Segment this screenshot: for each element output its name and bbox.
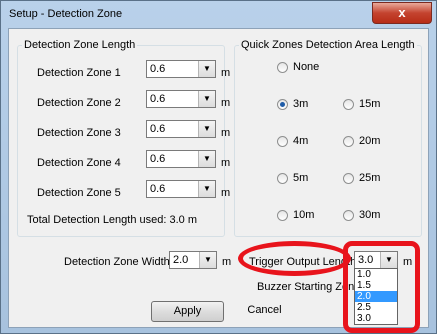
zone-3-value: 0.6	[150, 123, 166, 135]
radio-none[interactable]: None	[277, 61, 319, 73]
radio-label: 5m	[293, 172, 309, 184]
zone-4-select[interactable]: 0.6 ▼	[146, 150, 216, 168]
setup-dialog: Setup - Detection Zone x Detection Zone …	[0, 0, 437, 334]
radio-25m[interactable]: 25m	[343, 172, 380, 184]
close-button[interactable]: x	[372, 2, 432, 24]
radio-icon[interactable]	[277, 172, 288, 184]
chevron-down-icon[interactable]: ▼	[198, 61, 215, 77]
window-title: Setup - Detection Zone	[9, 8, 123, 20]
chevron-down-icon[interactable]: ▼	[198, 91, 215, 107]
zone-4-value: 0.6	[150, 153, 166, 165]
radio-icon[interactable]	[277, 61, 288, 73]
zone-2-label: Detection Zone 2	[37, 97, 121, 109]
radio-icon[interactable]	[343, 98, 354, 110]
quick-zones-group: Quick Zones Detection Area Length	[234, 39, 422, 237]
zone-1-unit: m	[221, 67, 231, 79]
radio-15m[interactable]: 15m	[343, 98, 380, 110]
zone-4-label: Detection Zone 4	[37, 157, 121, 169]
title-bar[interactable]: Setup - Detection Zone x	[1, 1, 436, 27]
radio-10m[interactable]: 10m	[277, 209, 314, 221]
radio-30m[interactable]: 30m	[343, 209, 380, 221]
zone-1-value: 0.6	[150, 63, 166, 75]
radio-icon[interactable]	[343, 172, 354, 184]
chevron-down-icon[interactable]: ▼	[199, 252, 216, 268]
radio-icon[interactable]	[343, 209, 354, 221]
zone-width-label: Detection Zone Width:	[64, 256, 173, 268]
chevron-down-icon[interactable]: ▼	[198, 121, 215, 137]
zone-1-label: Detection Zone 1	[37, 67, 121, 79]
zone-1-select[interactable]: 0.6 ▼	[146, 60, 216, 78]
group-legend: Quick Zones Detection Area Length	[241, 39, 415, 51]
chevron-down-icon[interactable]: ▼	[198, 151, 215, 167]
radio-3m[interactable]: 3m	[277, 98, 308, 110]
radio-label: 30m	[359, 209, 381, 221]
zone-width-select[interactable]: 2.0 ▼	[169, 251, 217, 269]
zone-5-value: 0.6	[150, 183, 166, 195]
dialog-body: Detection Zone Length Detection Zone 1 0…	[8, 28, 429, 333]
zone-4-unit: m	[221, 157, 231, 169]
radio-label: 25m	[359, 172, 381, 184]
radio-icon[interactable]	[277, 135, 288, 147]
radio-20m[interactable]: 20m	[343, 135, 380, 147]
apply-button[interactable]: Apply	[151, 301, 224, 322]
radio-label: 3m	[293, 98, 309, 110]
radio-label: 15m	[359, 98, 381, 110]
total-length-text: Total Detection Length used: 3.0 m	[27, 214, 197, 226]
zone-width-value: 2.0	[173, 254, 189, 266]
radio-label: 4m	[293, 135, 309, 147]
zone-2-value: 0.6	[150, 93, 166, 105]
chevron-down-icon[interactable]: ▼	[198, 181, 215, 197]
annotation-rounded-rect	[343, 241, 420, 333]
zone-3-select[interactable]: 0.6 ▼	[146, 120, 216, 138]
cancel-button[interactable]: Cancel	[228, 301, 301, 322]
radio-4m[interactable]: 4m	[277, 135, 308, 147]
radio-icon[interactable]	[343, 135, 354, 147]
radio-label: None	[293, 61, 320, 73]
zone-5-unit: m	[221, 187, 231, 199]
radio-label: 10m	[293, 209, 315, 221]
zone-3-label: Detection Zone 3	[37, 127, 121, 139]
zone-2-select[interactable]: 0.6 ▼	[146, 90, 216, 108]
zone-3-unit: m	[221, 127, 231, 139]
zone-2-unit: m	[221, 97, 231, 109]
zone-5-label: Detection Zone 5	[37, 187, 121, 199]
radio-label: 20m	[359, 135, 381, 147]
zone-width-unit: m	[222, 256, 232, 268]
zone-5-select[interactable]: 0.6 ▼	[146, 180, 216, 198]
radio-5m[interactable]: 5m	[277, 172, 308, 184]
group-legend: Detection Zone Length	[24, 39, 136, 51]
annotation-ellipse	[238, 241, 351, 276]
radio-icon[interactable]	[277, 209, 288, 221]
radio-checked-icon[interactable]	[277, 98, 288, 110]
